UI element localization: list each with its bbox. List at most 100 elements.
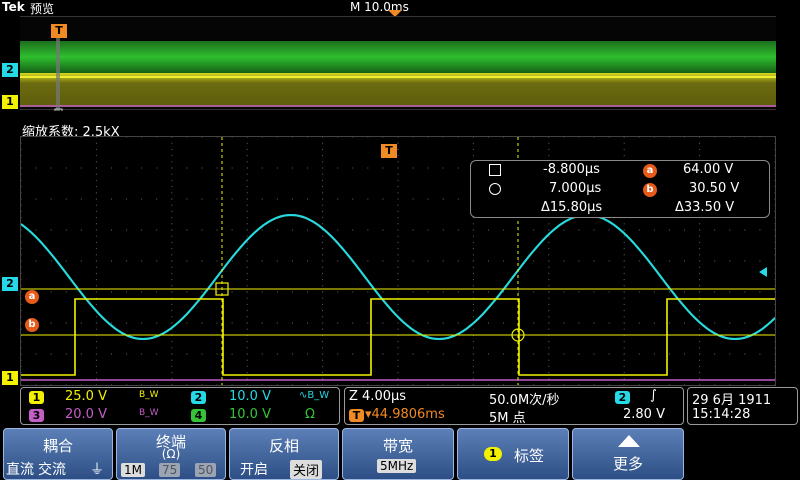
grid-dot [246, 372, 248, 374]
grid-dot [171, 186, 173, 188]
coupling-button[interactable]: 耦合 直流 交流 ⏚ [3, 428, 113, 480]
grid-dot [20, 285, 22, 287]
grid-dot [638, 260, 640, 262]
invert-off-option[interactable]: 关闭 [290, 460, 323, 479]
grid-dot [397, 378, 399, 380]
grid-dot [126, 167, 128, 169]
grid-dot [110, 136, 112, 138]
grid-dot [20, 279, 22, 281]
ch3-badge[interactable]: 3 [29, 409, 44, 422]
grid-dot [322, 316, 324, 318]
grid-dot [231, 322, 233, 324]
grid-dot [548, 384, 550, 386]
grid-dot [261, 136, 263, 138]
termination-button[interactable]: 终端 (Ω) 1M 75 50 [116, 428, 226, 480]
grid-dot [171, 365, 173, 367]
grid-dot [201, 167, 203, 169]
ch1-badge[interactable]: 1 [29, 391, 44, 404]
grid-dot [774, 384, 776, 386]
grid-dot [442, 353, 444, 355]
coupling-ac-option[interactable]: 交流 [38, 459, 66, 479]
grid-dot [246, 241, 248, 243]
grid-dot [186, 384, 188, 386]
grid-dot [608, 136, 610, 138]
termination-50-option[interactable]: 50 [195, 463, 217, 477]
grid-dot [322, 223, 324, 225]
grid-dot [246, 173, 248, 175]
channel-settings-box[interactable]: 1 25.0 V B_W 3 20.0 V B_W 2 10.0 V ∿B_W … [20, 387, 340, 425]
grid-dot [774, 161, 776, 163]
grid-dot [337, 353, 339, 355]
label-button[interactable]: 1 标签 [457, 428, 569, 480]
ch3-bw-limit: B_W [139, 408, 159, 418]
grid-dot [322, 285, 324, 287]
grid-dot [684, 322, 686, 324]
ch1-bw-limit: B_W [139, 390, 159, 400]
cursor-a-marker: a [25, 290, 39, 304]
grid-dot [487, 384, 489, 386]
grid-dot [246, 359, 248, 361]
grid-dot [186, 291, 188, 293]
invert-button[interactable]: 反相 开启 关闭 [229, 428, 339, 480]
grid-dot [623, 353, 625, 355]
grid-dot [699, 378, 701, 380]
grid-dot [95, 285, 97, 287]
termination-1m-option[interactable]: 1M [121, 463, 145, 477]
coupling-ground-icon[interactable]: ⏚ [90, 459, 104, 479]
grid-dot [699, 155, 701, 157]
grid-dot [110, 198, 112, 200]
grid-dot [246, 260, 248, 262]
grid-dot [563, 322, 565, 324]
grid-dot [548, 241, 550, 243]
grid-dot [638, 353, 640, 355]
grid-dot [20, 192, 22, 194]
trigger-source-badge[interactable]: 2 [615, 391, 630, 404]
grid-dot [442, 384, 444, 386]
grid-dot [472, 155, 474, 157]
grid-dot [367, 353, 369, 355]
grid-dot [563, 260, 565, 262]
grid-dot [548, 136, 550, 138]
grid-dot [322, 266, 324, 268]
top-bar: Tek 预览 M 10.0ms [0, 0, 800, 17]
ch2-badge[interactable]: 2 [191, 391, 206, 404]
bandwidth-button[interactable]: 带宽 5MHz [342, 428, 454, 480]
grid-dot [246, 322, 248, 324]
grid-dot [126, 198, 128, 200]
grid-dot [472, 328, 474, 330]
grid-dot [246, 303, 248, 305]
grid-dot [171, 204, 173, 206]
grid-dot [397, 353, 399, 355]
grid-dot [774, 347, 776, 349]
grid-dot [623, 310, 625, 312]
grid-dot [246, 310, 248, 312]
grid-dot [397, 359, 399, 361]
grid-dot [156, 322, 158, 324]
grid-dot [699, 341, 701, 343]
grid-dot [548, 148, 550, 150]
horizontal-settings-box[interactable]: Z 4.00μs 50.0M次/秒 T ▾44.9806ms 5M 点 2 ∫ … [344, 387, 684, 426]
grid-dot [578, 229, 580, 231]
grid-dot [246, 316, 248, 318]
grid-dot [20, 248, 22, 250]
grid-dot [231, 384, 233, 386]
grid-dot [397, 291, 399, 293]
record-overview[interactable] [20, 16, 776, 116]
grid-dot [95, 266, 97, 268]
termination-75-option[interactable]: 75 [159, 463, 181, 477]
coupling-dc-option[interactable]: 直流 [6, 459, 34, 479]
more-button[interactable]: 更多 [572, 428, 684, 480]
invert-on-option[interactable]: 开启 [240, 459, 268, 479]
grid-dot [322, 372, 324, 374]
grid-dot [246, 272, 248, 274]
grid-dot [246, 353, 248, 355]
grid-dot [623, 384, 625, 386]
grid-dot [578, 291, 580, 293]
grid-dot [171, 248, 173, 250]
grid-dot [729, 353, 731, 355]
grid-dot [186, 136, 188, 138]
grid-dot [231, 198, 233, 200]
grid-dot [699, 260, 701, 262]
ch4-badge[interactable]: 4 [191, 409, 206, 422]
grid-dot [593, 384, 595, 386]
